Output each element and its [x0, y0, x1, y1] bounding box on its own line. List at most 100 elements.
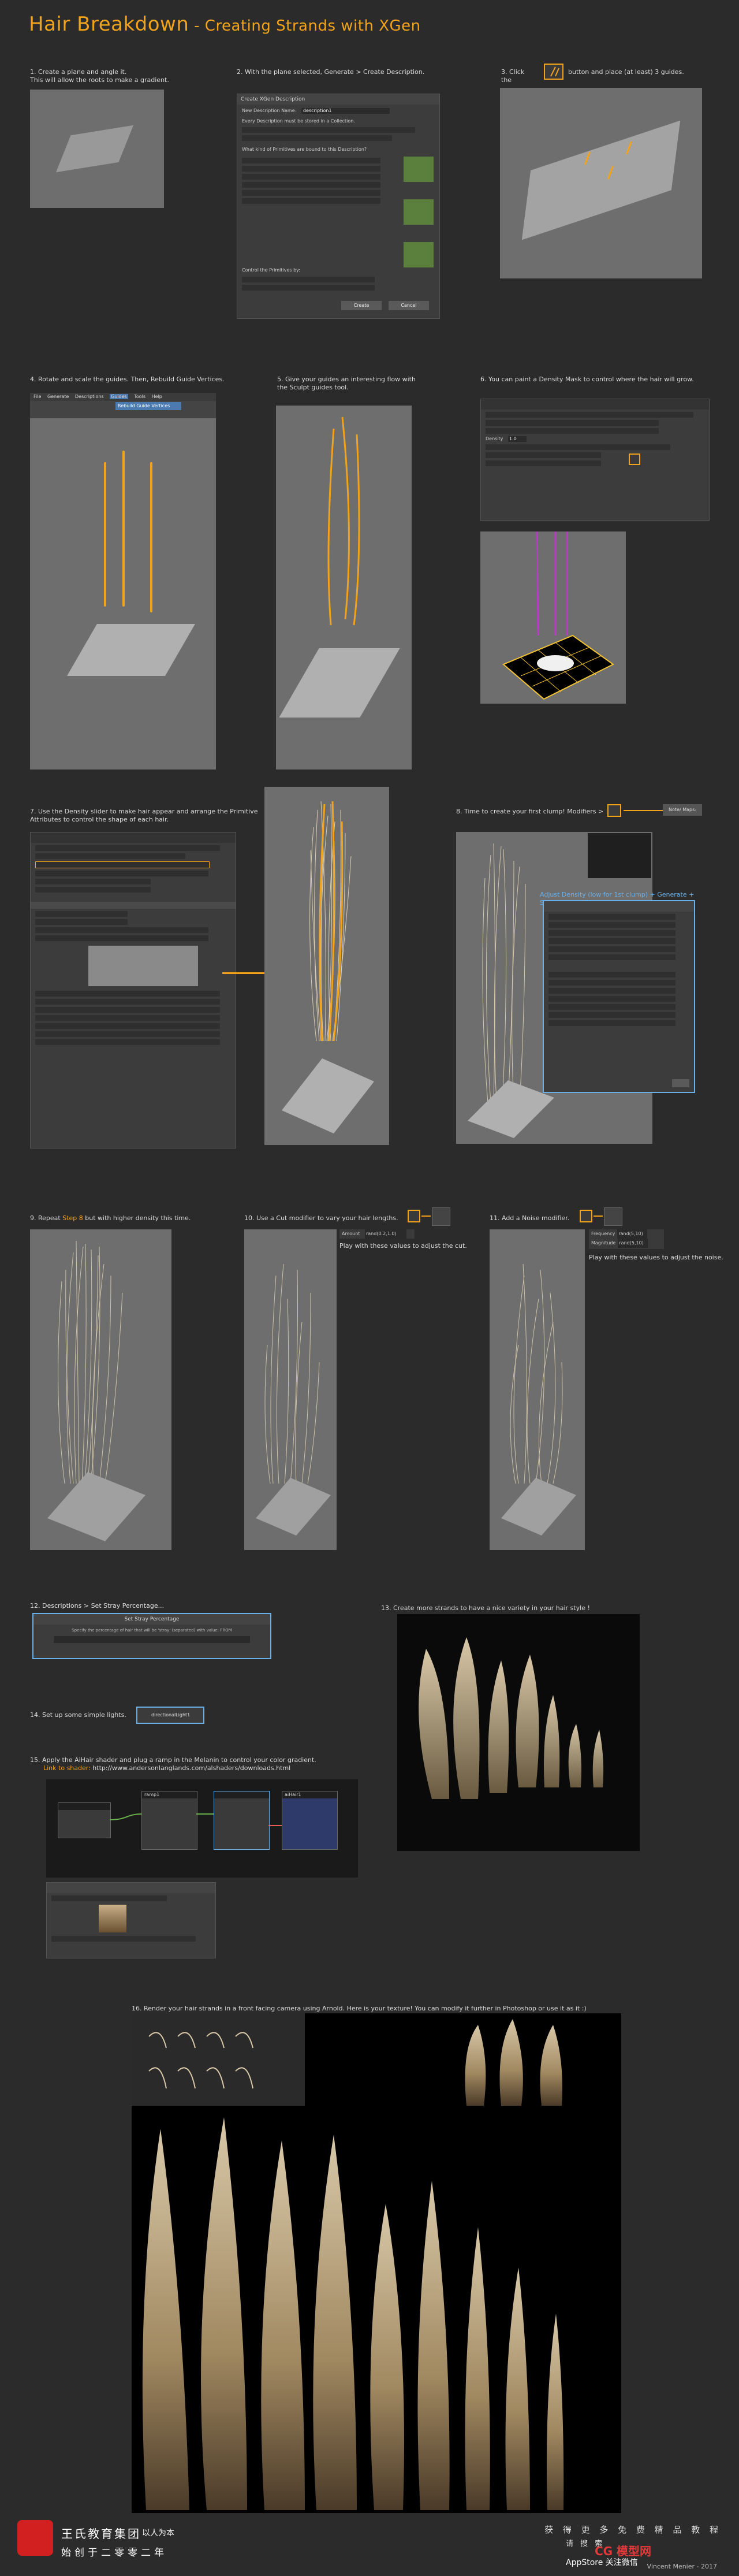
panel-row[interactable] — [35, 927, 208, 933]
cut-input[interactable]: rand(0.2,1.0) — [364, 1229, 406, 1239]
panel-row[interactable] — [51, 1895, 167, 1901]
panel-row[interactable] — [35, 991, 220, 997]
panel-row[interactable] — [548, 996, 675, 1002]
noise-icon[interactable] — [604, 1207, 622, 1226]
viewport-step-11 — [490, 1229, 585, 1550]
panel-row[interactable] — [486, 428, 659, 434]
panel-row[interactable] — [486, 444, 670, 450]
final-texture-svg — [132, 2013, 564, 2510]
menu-descriptions[interactable]: Descriptions — [75, 394, 104, 399]
panel-row[interactable] — [35, 911, 128, 917]
panel-row[interactable] — [35, 1007, 220, 1013]
panel-row[interactable] — [35, 845, 220, 851]
panel-row[interactable] — [548, 938, 675, 944]
panel-row[interactable] — [35, 887, 151, 893]
step-5-text: 5. Give your guides an interesting flow … — [277, 376, 416, 391]
cut-modifier-icon[interactable] — [408, 1210, 420, 1222]
cut-label: Amount — [342, 1231, 360, 1236]
step-10-note: Play with these values to adjust the cut… — [339, 1242, 467, 1250]
panel-row[interactable] — [486, 452, 601, 458]
panel-row[interactable] — [35, 935, 208, 941]
cut-icon[interactable] — [432, 1207, 450, 1226]
width-ramp[interactable] — [88, 946, 198, 986]
add-guide-icon[interactable] — [544, 64, 563, 80]
step-4-text: 4. Rotate and scale the guides. Then, Re… — [30, 376, 225, 383]
prim-opt-2[interactable] — [242, 166, 380, 172]
panel-row[interactable] — [548, 1012, 675, 1018]
dense-clump-view — [47, 1240, 145, 1541]
panel-row[interactable] — [548, 1004, 675, 1010]
name-input[interactable]: description1 — [301, 108, 390, 114]
panel-row[interactable] — [35, 1015, 220, 1021]
density-label: Density — [486, 436, 503, 441]
link-label: Link to shader: — [43, 1764, 91, 1772]
prim-opt-3[interactable] — [242, 174, 380, 180]
panel-row[interactable] — [548, 954, 675, 960]
collection-row-2[interactable] — [242, 135, 392, 141]
density-row[interactable] — [35, 861, 210, 868]
step-15-text: 15. Apply the AiHair shader and plug a r… — [30, 1756, 316, 1764]
menu-help[interactable]: Help — [152, 394, 162, 399]
panel-row[interactable] — [486, 460, 601, 466]
guide — [150, 462, 152, 612]
light-node[interactable]: directionalLight1 — [136, 1707, 204, 1724]
menu-file[interactable]: File — [33, 394, 41, 399]
step-15-link: Link to shader: http://www.andersonlangl… — [43, 1764, 332, 1772]
noise-modifier-icon[interactable] — [580, 1210, 592, 1222]
menu-generate[interactable]: Generate — [47, 394, 69, 399]
setup-maps-button[interactable]: Note/ Maps: — [663, 804, 702, 816]
cancel-button[interactable]: Cancel — [389, 301, 429, 310]
create-button[interactable]: Create — [341, 301, 382, 310]
panel-row[interactable] — [548, 972, 675, 977]
prim-opt-1[interactable] — [242, 158, 380, 163]
panel-row[interactable] — [35, 999, 220, 1005]
prim-opt-6[interactable] — [242, 198, 380, 204]
panel-row[interactable] — [51, 1936, 196, 1942]
paint-mask-icon[interactable] — [629, 454, 640, 465]
brand-since: 始创于二零零二年 — [61, 2547, 167, 2559]
panel-row[interactable] — [35, 879, 151, 884]
panel-row[interactable] — [548, 922, 675, 928]
noise-input-2[interactable]: rand(5,10) — [618, 1239, 648, 1248]
apply-button[interactable] — [672, 1079, 689, 1087]
density-mask-view — [502, 531, 614, 700]
viewport-step-7 — [264, 787, 389, 1145]
stray-title: Set Stray Percentage — [33, 1614, 270, 1625]
panel-row[interactable] — [35, 871, 208, 876]
clump-modifier-icon[interactable] — [607, 804, 621, 817]
panel-row[interactable] — [548, 980, 675, 986]
shader-link[interactable]: http://www.andersonlanglands.com/alshade… — [91, 1764, 290, 1772]
ctrl-opt-1[interactable] — [242, 277, 375, 282]
panel-row[interactable] — [548, 1020, 675, 1026]
panel-row[interactable] — [486, 420, 659, 426]
step-9-link[interactable]: Step 8 — [62, 1214, 83, 1222]
ctrl-opt-2[interactable] — [242, 285, 375, 291]
hypershade-graph: ramp1 aiHair1 — [46, 1779, 358, 1878]
density-input[interactable]: 1.0 — [507, 436, 527, 442]
prim-opt-4[interactable] — [242, 182, 380, 188]
panel-row[interactable] — [35, 919, 128, 925]
stray-percentage-dialog: Set Stray Percentage Specify the percent… — [32, 1613, 271, 1659]
stray-slider[interactable] — [54, 1636, 250, 1643]
strand-variety-svg — [419, 1637, 604, 1799]
panel-row[interactable] — [548, 930, 675, 936]
panel-row[interactable] — [486, 412, 693, 418]
panel-row[interactable] — [35, 1039, 220, 1045]
prim-opt-5[interactable] — [242, 190, 380, 196]
collection-row[interactable] — [242, 127, 415, 133]
viewport-step-6 — [480, 531, 626, 704]
panel-row[interactable] — [35, 853, 185, 859]
panel-row[interactable] — [548, 914, 675, 920]
menu-guides[interactable]: Guides — [110, 394, 128, 399]
density-mask-panel: Density 1.0 — [480, 399, 710, 521]
panel-row[interactable] — [35, 1023, 220, 1029]
title-main: Hair Breakdown — [29, 13, 189, 36]
menu-rebuild-item[interactable]: Rebuild Guide Vertices — [115, 402, 181, 410]
panel-row[interactable] — [35, 1031, 220, 1037]
noise-input-1[interactable]: rand(5,10) — [617, 1229, 648, 1239]
panel-row[interactable] — [548, 946, 675, 952]
plane — [521, 120, 681, 240]
menu-tools[interactable]: Tools — [134, 394, 145, 399]
node-connections — [109, 1813, 282, 1826]
panel-row[interactable] — [548, 988, 675, 994]
